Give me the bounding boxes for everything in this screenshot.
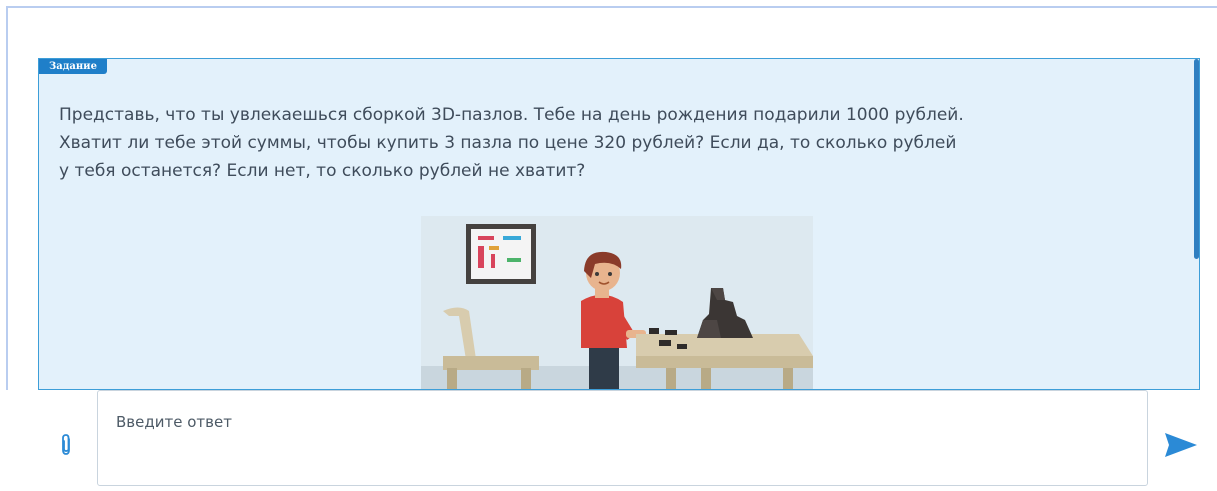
boy-with-3d-puzzle-illustration (421, 216, 813, 389)
scrollbar-thumb[interactable] (1194, 59, 1199, 259)
send-button[interactable] (1161, 428, 1201, 462)
task-text: Представь, что ты увлекаешься сборкой 3D… (59, 101, 1169, 185)
answer-input[interactable] (97, 390, 1148, 486)
task-text-line: Представь, что ты увлекаешься сборкой 3D… (59, 105, 964, 125)
attach-button[interactable] (56, 430, 76, 460)
paperclip-icon (62, 434, 70, 455)
task-badge: Задание (39, 59, 107, 74)
task-text-line: Хватит ли тебе этой суммы, чтобы купить … (59, 133, 957, 153)
task-card: Задание Представь, что ты увлекаешься сб… (38, 58, 1200, 390)
task-text-line: у тебя останется? Если нет, то сколько р… (59, 161, 586, 181)
send-arrow-icon (1165, 433, 1197, 457)
